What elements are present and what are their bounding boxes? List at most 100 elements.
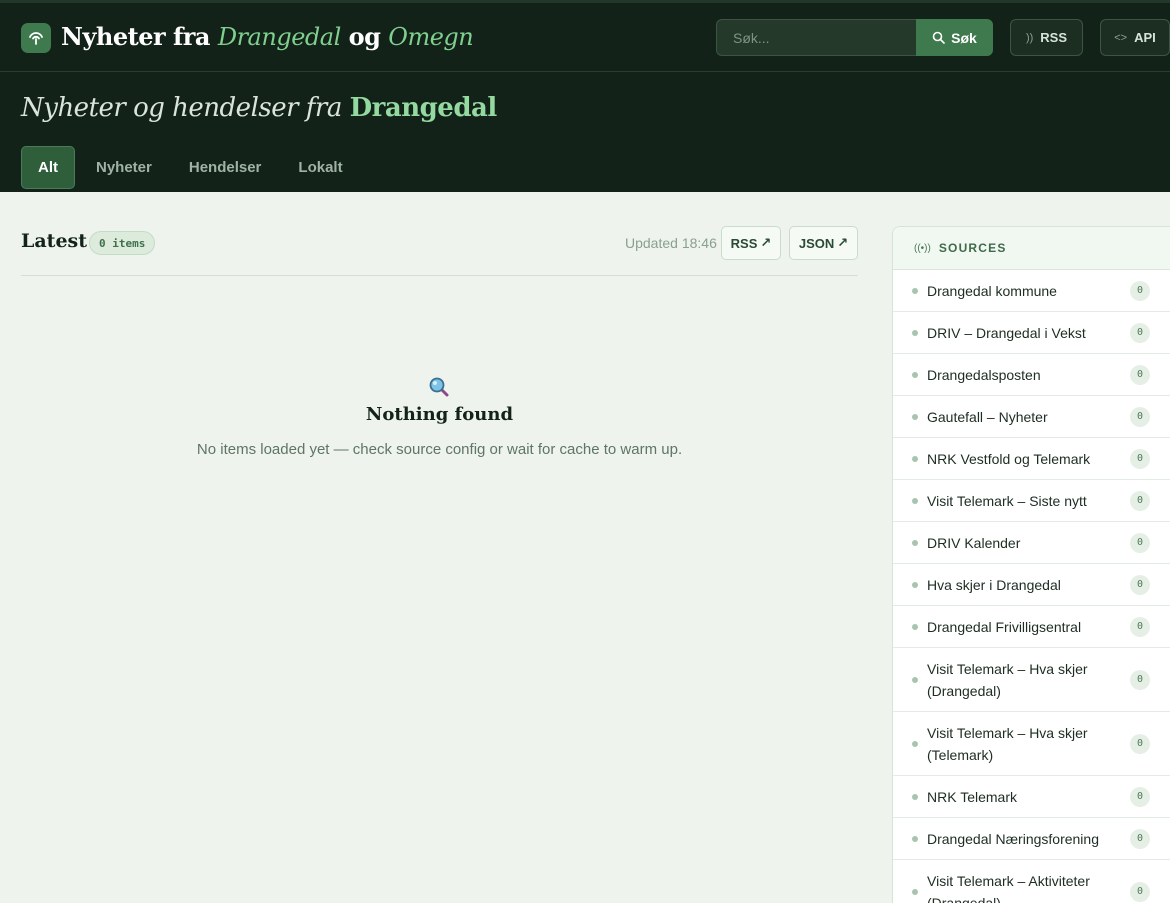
source-item[interactable]: DRIV – Drangedal i Vekst 0 — [893, 312, 1170, 354]
filter-tabs: Alt Nyheter Hendelser Lokalt — [21, 146, 364, 189]
source-item-label: Drangedalsposten — [927, 366, 1041, 383]
status-dot-icon — [912, 329, 918, 336]
tab-lokalt[interactable]: Lokalt — [282, 146, 358, 189]
rss-button-label: RSS — [1040, 30, 1068, 45]
status-dot-icon — [912, 888, 918, 895]
site-logo[interactable] — [21, 23, 51, 53]
json-feed-link[interactable]: JSON ↗ — [789, 226, 858, 260]
source-item-count: 0 — [1130, 532, 1150, 553]
source-item-label: DRIV – Drangedal i Vekst — [927, 324, 1086, 341]
source-item[interactable]: Drangedal Næringsforening 0 — [893, 818, 1170, 860]
source-item-label: Visit Telemark – Hva skjer (Telemark) — [927, 724, 1088, 763]
status-dot-icon — [912, 455, 918, 462]
json-feed-link-label: JSON — [798, 235, 835, 251]
rss-feed-link[interactable]: RSS ↗ — [721, 226, 781, 260]
site-title[interactable]: Nyheter fra Drangedal og Omegn — [61, 22, 474, 51]
source-item-count: 0 — [1130, 574, 1150, 595]
status-dot-icon — [912, 287, 918, 294]
source-item-label: NRK Telemark — [927, 788, 1017, 805]
empty-state-message: No items loaded yet — check source confi… — [196, 441, 683, 458]
source-item-count: 0 — [1130, 406, 1150, 427]
site-header: Nyheter fra Drangedal og Omegn Søk )) RS… — [0, 0, 1170, 192]
sources-sidebar: ((•)) SOURCES Drangedal kommune 0 DRIV – D… — [892, 226, 1170, 903]
source-item[interactable]: Visit Telemark – Hva skjer (Telemark) 0 — [893, 712, 1170, 776]
source-item-count: 0 — [1130, 786, 1150, 807]
source-item[interactable]: Visit Telemark – Aktiviteter (Drangedal)… — [893, 860, 1170, 903]
top-bar: Nyheter fra Drangedal og Omegn Søk )) RS… — [0, 3, 1170, 72]
feed-divider — [21, 275, 858, 276]
source-item-label: Hva skjer i Drangedal — [927, 576, 1061, 593]
rss-icon: )) — [1025, 31, 1034, 44]
source-item[interactable]: NRK Telemark 0 — [893, 776, 1170, 818]
brand-part-3: og — [348, 22, 381, 51]
source-item[interactable]: Drangedal kommune 0 — [893, 270, 1170, 312]
source-item[interactable]: Gautefall – Nyheter 0 — [893, 396, 1170, 438]
code-icon: <> — [1114, 31, 1128, 44]
tab-hendelser[interactable]: Hendelser — [173, 146, 278, 189]
source-item-count: 0 — [1130, 364, 1150, 385]
broadcast-icon: ((•)) — [914, 242, 931, 254]
source-item-label: Visit Telemark – Hva skjer (Drangedal) — [927, 660, 1088, 699]
source-item-label: Drangedal Frivilligsentral — [927, 618, 1082, 635]
search-button-label: Søk — [951, 29, 977, 46]
search-input[interactable] — [716, 19, 916, 56]
source-item-label: Visit Telemark – Aktiviteter (Drangedal) — [927, 872, 1090, 903]
tagline-main: Nyheter og hendelser fra — [21, 93, 342, 123]
antenna-icon — [29, 32, 43, 45]
status-dot-icon — [912, 676, 918, 683]
search-button[interactable]: Søk — [916, 19, 993, 56]
tab-nyheter[interactable]: Nyheter — [80, 146, 168, 189]
rss-button[interactable]: )) RSS — [1010, 19, 1083, 56]
empty-state-title: Nothing found — [365, 404, 514, 425]
source-item-count: 0 — [1130, 828, 1150, 849]
api-button-label: API — [1134, 30, 1156, 45]
source-item-count: 0 — [1130, 733, 1150, 754]
source-item[interactable]: Drangedalsposten 0 — [893, 354, 1170, 396]
source-item-count: 0 — [1130, 616, 1150, 637]
source-item-label: Visit Telemark – Siste nytt — [927, 492, 1087, 509]
source-item-count: 0 — [1130, 280, 1150, 301]
source-item-label: NRK Vestfold og Telemark — [927, 450, 1091, 467]
brand-part-2: Drangedal — [217, 23, 341, 51]
page-tagline: Nyheter og hendelser fra Drangedal — [21, 93, 497, 123]
brand-part-1: Nyheter fra — [61, 22, 210, 51]
magnifier-icon — [429, 377, 449, 397]
rss-feed-link-label: RSS — [730, 235, 758, 251]
feed-title: Latest — [21, 230, 88, 252]
source-item-count: 0 — [1130, 669, 1150, 690]
source-item-count: 0 — [1130, 448, 1150, 469]
source-item[interactable]: Drangedal Frivilligsentral 0 — [893, 606, 1170, 648]
status-dot-icon — [912, 497, 918, 504]
external-link-icon: ↗ — [837, 235, 849, 250]
status-dot-icon — [912, 835, 918, 842]
brand-part-4: Omegn — [388, 23, 474, 51]
status-dot-icon — [912, 623, 918, 630]
source-list: Drangedal kommune 0 DRIV – Drangedal i Vek… — [893, 270, 1170, 903]
source-item[interactable]: NRK Vestfold og Telemark 0 — [893, 438, 1170, 480]
sources-header: ((•)) SOURCES — [893, 227, 1170, 270]
updated-timestamp: Updated 18:46 — [625, 235, 717, 251]
status-dot-icon — [912, 539, 918, 546]
source-item[interactable]: DRIV Kalender 0 — [893, 522, 1170, 564]
search-form: Søk — [716, 19, 993, 56]
source-item-count: 0 — [1130, 322, 1150, 343]
source-item[interactable]: Visit Telemark – Hva skjer (Drangedal) 0 — [893, 648, 1170, 712]
search-icon — [932, 31, 945, 44]
status-dot-icon — [912, 740, 918, 747]
sources-title: SOURCES — [938, 241, 1007, 255]
item-count-badge: 0 items — [89, 231, 156, 255]
source-item-count: 0 — [1130, 881, 1150, 902]
tagline-accent: Drangedal — [349, 93, 498, 123]
status-dot-icon — [912, 581, 918, 588]
source-item[interactable]: Hva skjer i Drangedal 0 — [893, 564, 1170, 606]
source-item-label: Drangedal Næringsforening — [927, 830, 1099, 847]
status-dot-icon — [912, 371, 918, 378]
tab-alt[interactable]: Alt — [21, 146, 75, 189]
status-dot-icon — [912, 413, 918, 420]
source-item-count: 0 — [1130, 490, 1150, 511]
source-item-label: Drangedal kommune — [927, 282, 1057, 299]
source-item-label: DRIV Kalender — [927, 534, 1021, 551]
status-dot-icon — [912, 793, 918, 800]
source-item[interactable]: Visit Telemark – Siste nytt 0 — [893, 480, 1170, 522]
api-button[interactable]: <> API — [1100, 19, 1170, 56]
